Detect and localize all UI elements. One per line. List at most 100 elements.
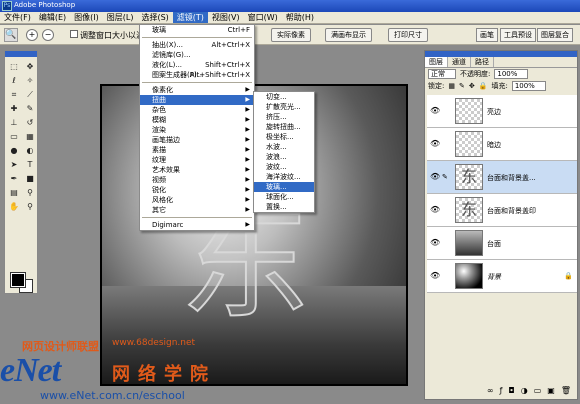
filter-menu-item-15[interactable]: 艺术效果 ▶ <box>140 165 254 175</box>
visibility-eye-icon[interactable]: 👁 <box>430 239 440 247</box>
layer-row[interactable]: 👁 台面 <box>427 227 577 260</box>
marquee-tool-icon[interactable]: ⬚ <box>7 60 21 73</box>
layer-row[interactable]: 👁 亮边 <box>427 95 577 128</box>
fill-input[interactable]: 100% <box>511 81 546 91</box>
menu-item-4[interactable]: 选择(S) <box>137 12 172 23</box>
layer-mask-icon[interactable]: ◘ <box>508 385 514 397</box>
filter-menu-item-11[interactable]: 渲染 ▶ <box>140 125 254 135</box>
crop-tool-icon[interactable]: ⌗ <box>7 88 21 101</box>
menu-item-8[interactable]: 帮助(H) <box>282 12 318 23</box>
eyedropper-tool-icon[interactable]: ⚲ <box>23 186 37 199</box>
menu-item-1[interactable]: 编辑(E) <box>35 12 70 23</box>
layer-row[interactable]: 👁 背景 🔒 <box>427 260 577 293</box>
zoom-out-icon[interactable]: − <box>42 29 54 41</box>
notes-tool-icon[interactable]: ▤ <box>7 186 21 199</box>
dodge-tool-icon[interactable]: ◐ <box>23 144 37 157</box>
visibility-eye-icon[interactable]: 👁 <box>430 173 440 181</box>
hand-tool-icon[interactable]: ✋ <box>7 200 21 213</box>
filter-menu-item-12[interactable]: 画笔描边 ▶ <box>140 135 254 145</box>
menu-item-2[interactable]: 图像(I) <box>70 12 103 23</box>
foreground-color-swatch[interactable] <box>10 272 26 288</box>
history-brush-tool-icon[interactable]: ↺ <box>23 116 37 129</box>
distort-submenu-item-5[interactable]: 水波... <box>254 142 314 152</box>
brush-tool-icon[interactable]: ✎ <box>23 102 37 115</box>
gradient-tool-icon[interactable]: ▦ <box>23 130 37 143</box>
link-layers-icon[interactable]: ∞ <box>487 385 494 397</box>
distort-submenu-item-1[interactable]: 扩散亮光... <box>254 102 314 112</box>
lasso-tool-icon[interactable]: ℓ <box>7 74 21 87</box>
filter-menu-item-14[interactable]: 纹理 ▶ <box>140 155 254 165</box>
distort-submenu-item-9[interactable]: 玻璃... <box>254 182 314 192</box>
filter-menu-item-21[interactable]: Digimarc ▶ <box>140 220 254 230</box>
filter-menu-item-17[interactable]: 锐化 ▶ <box>140 185 254 195</box>
zoom-tool-box-icon[interactable]: ⚲ <box>23 200 37 213</box>
filter-menu-item-2[interactable]: 抽出(X)... Alt+Ctrl+X <box>140 40 254 50</box>
tab-channels[interactable]: 通道 <box>448 57 471 67</box>
filter-menu-item-8[interactable]: 扭曲 ▶ <box>140 95 254 105</box>
lock-all-icon[interactable]: 🔒 <box>479 82 488 90</box>
distort-submenu-item-0[interactable]: 切变... <box>254 92 314 102</box>
visibility-eye-icon[interactable]: 👁 <box>430 107 440 115</box>
distort-submenu-item-11[interactable]: 置换... <box>254 202 314 212</box>
visibility-eye-icon[interactable]: 👁 <box>430 140 440 148</box>
delete-layer-icon[interactable]: 🗑 <box>561 385 571 397</box>
path-selection-tool-icon[interactable]: ➤ <box>7 158 21 171</box>
zoom-tool-icon[interactable]: 🔍 <box>4 28 18 42</box>
visibility-eye-icon[interactable]: 👁 <box>430 272 440 280</box>
filter-menu-item-16[interactable]: 视频 ▶ <box>140 175 254 185</box>
magic-wand-tool-icon[interactable]: ✧ <box>23 74 37 87</box>
type-tool-icon[interactable]: T <box>23 158 37 171</box>
pen-tool-icon[interactable]: ✒ <box>7 172 21 185</box>
zoom-in-icon[interactable]: + <box>26 29 38 41</box>
move-tool-icon[interactable]: ✥ <box>23 60 37 73</box>
actual-pixels-button[interactable]: 实际像素 <box>271 28 311 42</box>
filter-menu-item-5[interactable]: 图案生成器(P)... Alt+Shift+Ctrl+X <box>140 70 254 80</box>
filter-menu-item-13[interactable]: 素描 ▶ <box>140 145 254 155</box>
fit-on-screen-button[interactable]: 满画布显示 <box>325 28 372 42</box>
tab-layer-comps[interactable]: 图层复合 <box>537 28 573 42</box>
layer-row[interactable]: 👁 ✎ 东台面和背景盖... <box>427 161 577 194</box>
tab-paths[interactable]: 路径 <box>471 57 494 67</box>
filter-menu-item-10[interactable]: 模糊 ▶ <box>140 115 254 125</box>
distort-submenu-item-10[interactable]: 球面化... <box>254 192 314 202</box>
visibility-eye-icon[interactable]: 👁 <box>430 206 440 214</box>
menu-item-7[interactable]: 窗口(W) <box>244 12 282 23</box>
tab-brushes[interactable]: 画笔 <box>476 28 498 42</box>
lock-transparency-icon[interactable]: ▦ <box>448 82 455 90</box>
new-group-icon[interactable]: ▭ <box>534 385 542 397</box>
shape-tool-icon[interactable]: ■ <box>23 172 37 185</box>
eraser-tool-icon[interactable]: ▭ <box>7 130 21 143</box>
menu-item-6[interactable]: 视图(V) <box>208 12 244 23</box>
tab-layers[interactable]: 图层 <box>425 57 448 67</box>
filter-menu-item-19[interactable]: 其它 ▶ <box>140 205 254 215</box>
distort-submenu-item-8[interactable]: 海洋波纹... <box>254 172 314 182</box>
print-size-button[interactable]: 打印尺寸 <box>388 28 428 42</box>
layer-row[interactable]: 👁 东台面和背景盖印 <box>427 194 577 227</box>
resize-window-checkbox[interactable] <box>70 30 78 38</box>
filter-menu-item-18[interactable]: 风格化 ▶ <box>140 195 254 205</box>
tab-tool-presets[interactable]: 工具预设 <box>500 28 536 42</box>
slice-tool-icon[interactable]: ⟋ <box>23 88 37 101</box>
distort-submenu-item-6[interactable]: 波浪... <box>254 152 314 162</box>
menu-item-0[interactable]: 文件(F) <box>0 12 35 23</box>
filter-menu-item-3[interactable]: 滤镜库(G)... <box>140 50 254 60</box>
adjustment-layer-icon[interactable]: ◑ <box>521 385 528 397</box>
clone-stamp-tool-icon[interactable]: ⊥ <box>7 116 21 129</box>
filter-menu-item-7[interactable]: 像素化 ▶ <box>140 85 254 95</box>
distort-submenu-item-3[interactable]: 旋转扭曲... <box>254 122 314 132</box>
new-layer-icon[interactable]: ▣ <box>547 385 555 397</box>
blend-mode-select[interactable]: 正常 <box>428 69 456 79</box>
filter-menu-item-9[interactable]: 杂色 ▶ <box>140 105 254 115</box>
filter-menu-item-4[interactable]: 液化(L)... Shift+Ctrl+X <box>140 60 254 70</box>
lock-image-icon[interactable]: ✎ <box>459 82 465 90</box>
healing-brush-tool-icon[interactable]: ✚ <box>7 102 21 115</box>
opacity-input[interactable]: 100% <box>494 69 529 79</box>
layer-row[interactable]: 👁 暗边 <box>427 128 577 161</box>
filter-menu-item-0[interactable]: 玻璃 Ctrl+F <box>140 25 254 35</box>
menu-item-3[interactable]: 图层(L) <box>103 12 138 23</box>
lock-position-icon[interactable]: ✥ <box>469 82 475 90</box>
distort-submenu-item-7[interactable]: 波纹... <box>254 162 314 172</box>
menu-item-5[interactable]: 滤镜(T) <box>172 12 208 23</box>
layer-style-icon[interactable]: ƒ <box>500 385 503 397</box>
distort-submenu-item-2[interactable]: 挤压... <box>254 112 314 122</box>
